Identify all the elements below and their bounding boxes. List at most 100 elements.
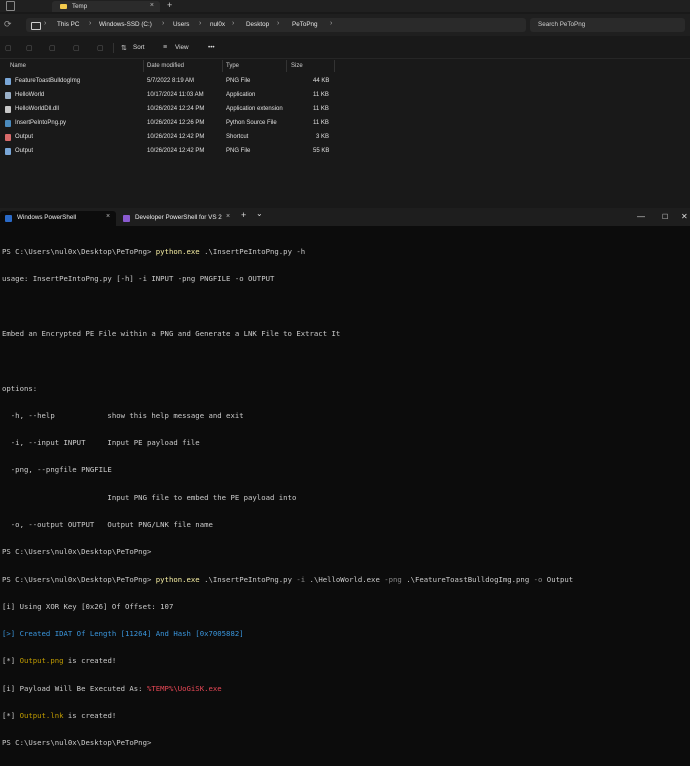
close-tab-icon[interactable]: × [226, 213, 230, 220]
chevron-right-icon: › [277, 20, 280, 27]
console-line: [i] Payload Will Be Executed As: %TEMP%\… [2, 683, 222, 693]
console-line: PS C:\Users\nul0x\Desktop\PeToPng> [2, 738, 156, 748]
chevron-down-icon[interactable]: ⌄ [256, 209, 263, 218]
file-type: PNG File [226, 78, 251, 84]
column-type[interactable]: Type [226, 63, 239, 69]
dev-powershell-icon [123, 215, 130, 222]
file-name: FeatureToastBulldogImg [15, 78, 81, 84]
view-icon: ≡ [163, 44, 168, 51]
breadcrumb-desktop[interactable]: Desktop [246, 21, 269, 28]
console-line: Input PNG file to embed the PE payload i… [2, 492, 297, 502]
breadcrumb-petopng[interactable]: PeToPng [292, 21, 318, 28]
sort-icon: ⇅ [121, 45, 127, 52]
file-date: 10/17/2024 11:03 AM [147, 92, 204, 98]
refresh-icon[interactable]: ⟳ [4, 19, 12, 30]
console-line: [*] Output.lnk is created! [2, 710, 117, 720]
folder-icon [60, 4, 67, 9]
command-text: python.exe [155, 247, 200, 257]
rename-icon[interactable]: ▢ [73, 44, 80, 52]
tab-label: Developer PowerShell for VS 2 [135, 214, 222, 221]
file-name: HelloWorld [15, 92, 45, 98]
file-row[interactable]: InsertPeIntoPng.py 10/26/2024 12:26 PM P… [0, 117, 340, 131]
chevron-right-icon: › [89, 20, 92, 27]
file-name: Output [15, 134, 34, 140]
close-tab-icon[interactable]: × [150, 2, 154, 9]
file-date: 10/26/2024 12:42 PM [147, 134, 205, 140]
cut-icon[interactable]: ▢ [5, 44, 12, 52]
chevron-right-icon: › [199, 20, 202, 27]
console-line: Embed an Encrypted PE File within a PNG … [2, 329, 341, 339]
close-tab-icon[interactable]: × [106, 213, 110, 220]
chevron-right-icon: › [44, 20, 47, 27]
console-line: -o, --output OUTPUT Output PNG/LNK file … [2, 520, 213, 529]
column-divider[interactable] [286, 60, 287, 72]
sort-button[interactable]: Sort [133, 44, 145, 51]
close-window-button[interactable]: ✕ [681, 212, 688, 221]
search-placeholder: Search PeToPng [538, 21, 586, 28]
more-options-button[interactable]: ••• [208, 44, 215, 51]
address-row: ⟳ › This PC › Windows-SSD (C:) › Users ›… [0, 14, 690, 36]
tab-developer-powershell[interactable]: Developer PowerShell for VS 2 × [118, 211, 234, 226]
file-row[interactable]: HelloWorldDll.dll 10/26/2024 12:24 PM Ap… [0, 103, 340, 117]
maximize-button[interactable]: ☐ [662, 213, 668, 221]
png-file-icon [5, 78, 11, 85]
new-tab-button[interactable]: + [241, 210, 246, 220]
console-line: [*] Output.png is created! [2, 656, 117, 666]
chevron-right-icon: › [162, 20, 165, 27]
view-button[interactable]: View [175, 44, 189, 51]
console-line: PS C:\Users\nul0x\Desktop\PeToPng> [2, 547, 156, 557]
console-line: options: [2, 383, 38, 393]
png-file-icon [5, 148, 11, 155]
delete-icon[interactable]: ▢ [97, 44, 104, 52]
console-line: -h, --help show this help message and ex… [2, 410, 244, 420]
file-row[interactable]: Output 10/26/2024 12:42 PM PNG File 55 K… [0, 145, 340, 159]
breadcrumb-this-pc[interactable]: This PC [57, 21, 79, 28]
file-row[interactable]: HelloWorld 10/17/2024 11:03 AM Applicati… [0, 89, 340, 103]
file-type: Python Source File [226, 120, 277, 126]
tab-label: Temp [72, 3, 88, 10]
terminal-tab-bar: Windows PowerShell × Developer PowerShel… [0, 208, 690, 226]
search-input[interactable]: Search PeToPng [530, 18, 685, 32]
column-size[interactable]: Size [291, 63, 303, 69]
file-type: PNG File [226, 148, 251, 154]
column-date[interactable]: Date modified [147, 63, 184, 69]
file-row[interactable]: Output 10/26/2024 12:42 PM Shortcut 3 KB [0, 131, 340, 145]
column-header: Name Date modified Type Size [0, 60, 690, 72]
console-line: -i, --input INPUT Input PE payload file [2, 438, 200, 448]
address-bar[interactable]: › This PC › Windows-SSD (C:) › Users › n… [26, 18, 526, 32]
column-divider[interactable] [334, 60, 335, 72]
tab-windows-powershell[interactable]: Windows PowerShell × [0, 211, 116, 226]
minimize-button[interactable]: — [637, 212, 645, 221]
chevron-right-icon: › [232, 20, 235, 27]
console-line: -png, --pngfile PNGFILE [2, 465, 112, 475]
breadcrumb-user[interactable]: nul0x [210, 21, 225, 28]
console-line: PS C:\Users\nul0x\Desktop\PeToPng> pytho… [2, 574, 574, 584]
file-size: 11 KB [313, 106, 329, 112]
terminal-window: Windows PowerShell × Developer PowerShel… [0, 208, 690, 747]
shortcut-file-icon [5, 134, 11, 141]
file-name: Output [15, 148, 34, 154]
file-row[interactable]: FeatureToastBulldogImg 5/7/2022 8:19 AM … [0, 75, 340, 89]
paste-icon[interactable]: ▢ [49, 44, 56, 52]
file-date: 5/7/2022 8:19 AM [147, 78, 195, 84]
console-line: [>] Created IDAT Of Length [11264] And H… [2, 629, 244, 639]
file-size: 44 KB [313, 78, 330, 84]
breadcrumb-drive[interactable]: Windows-SSD (C:) [99, 21, 152, 28]
terminal-output[interactable]: PS C:\Users\nul0x\Desktop\PeToPng> pytho… [2, 229, 688, 766]
python-file-icon [5, 120, 11, 127]
column-divider[interactable] [222, 60, 223, 72]
command-text: python.exe [155, 574, 200, 584]
column-name[interactable]: Name [10, 63, 26, 69]
file-date: 10/26/2024 12:24 PM [147, 106, 205, 112]
breadcrumb-users[interactable]: Users [173, 21, 189, 28]
new-tab-button[interactable]: + [167, 0, 172, 10]
computer-icon [31, 22, 41, 30]
copy-icon[interactable]: ▢ [26, 44, 33, 52]
file-type: Shortcut [226, 134, 249, 140]
column-divider[interactable] [143, 60, 144, 72]
tab-temp[interactable]: Temp × [52, 1, 160, 12]
file-size: 11 KB [313, 92, 329, 98]
window-menu-icon[interactable] [6, 1, 15, 11]
